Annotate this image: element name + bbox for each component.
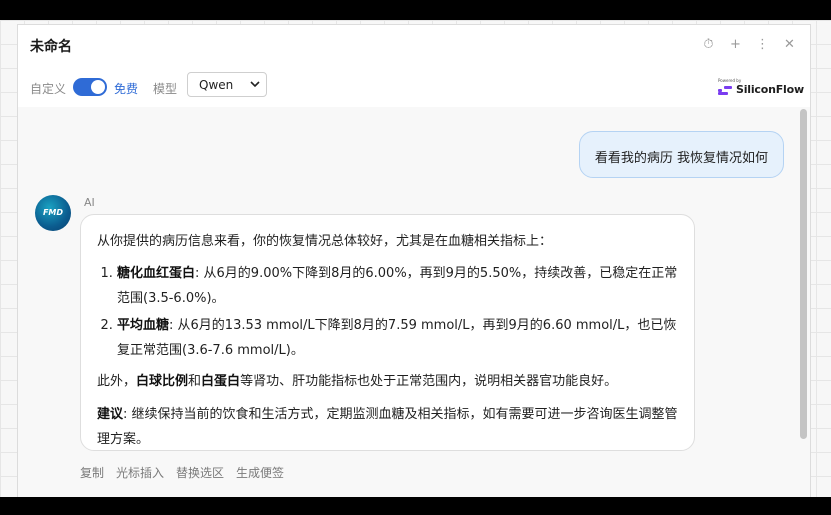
ai-avatar: FMD: [35, 195, 71, 231]
ai-extra: 此外，白球比例和白蛋白等肾功、肝功能指标也处于正常范围内，说明相关器官功能良好。: [97, 369, 678, 394]
copy-button[interactable]: 复制: [80, 464, 104, 481]
extra-suffix: 等肾功、肝功能指标也处于正常范围内，说明相关器官功能良好。: [240, 374, 618, 389]
custom-label: 自定义: [30, 82, 67, 96]
close-icon[interactable]: ✕: [783, 37, 796, 53]
advice-text: : 继续保持当前的饮食和生活方式，定期监测血糖及相关指标，如有需要可进一步咨询医…: [97, 407, 678, 447]
toggle-knob: [91, 80, 105, 94]
extra-prefix: 此外，: [97, 374, 137, 389]
ai-intro: 从你提供的病历信息来看，你的恢复情况总体较好，尤其是在血糖相关指标上：: [97, 234, 553, 249]
plus-icon[interactable]: +: [729, 37, 742, 53]
ai-label: AI: [84, 196, 95, 209]
list-item-text: : 从6月的9.00%下降到8月的6.00%，再到9月的5.50%，持续改善，已…: [117, 266, 678, 306]
ai-advice: 建议: 继续保持当前的饮食和生活方式，定期监测血糖及相关指标，如有需要可进一步咨…: [97, 402, 678, 452]
chat-panel: 未命名 ⏱ + ⋮ ✕ 自定义 免费 模型 Qwen Powered by Si…: [17, 24, 811, 497]
ai-list: 糖化血红蛋白: 从6月的9.00%下降到8月的6.00%，再到9月的5.50%，…: [97, 261, 678, 363]
logo-name: SiliconFlow: [736, 83, 804, 96]
timer-icon[interactable]: ⏱: [702, 37, 715, 53]
custom-toggle[interactable]: [73, 78, 107, 96]
scrollbar[interactable]: [800, 109, 807, 439]
replace-selection-button[interactable]: 替换选区: [176, 464, 224, 481]
advice-title: 建议: [97, 407, 124, 422]
siliconflow-mark-icon: [718, 86, 732, 95]
list-item-title: 平均血糖: [117, 318, 170, 333]
free-label[interactable]: 免费: [114, 80, 138, 97]
message-actions: 复制 光标插入 替换选区 生成便签: [80, 464, 284, 481]
insert-at-cursor-button[interactable]: 光标插入: [116, 464, 164, 481]
title-bar: 未命名 ⏱ + ⋮ ✕: [18, 25, 810, 67]
model-label: 模型: [153, 82, 178, 96]
model-select-value: Qwen: [199, 78, 234, 92]
siliconflow-logo: Powered by SiliconFlow: [716, 78, 804, 98]
toolbar: 自定义 免费 模型 Qwen: [18, 71, 810, 105]
more-vertical-icon[interactable]: ⋮: [756, 37, 769, 53]
user-message-bubble: 看看我的病历 我恢复情况如何: [578, 131, 784, 178]
list-item: 糖化血红蛋白: 从6月的9.00%下降到8月的6.00%，再到9月的5.50%，…: [117, 261, 678, 311]
chevron-down-icon: [250, 77, 260, 94]
ai-message-bubble: 从你提供的病历信息来看，你的恢复情况总体较好，尤其是在血糖相关指标上： 糖化血红…: [80, 214, 695, 451]
create-note-button[interactable]: 生成便签: [236, 464, 284, 481]
extra-mid: 和: [188, 374, 202, 389]
chat-content: 看看我的病历 我恢复情况如何 FMD AI 从你提供的病历信息来看，你的恢复情况…: [18, 107, 810, 497]
model-select[interactable]: Qwen: [187, 72, 267, 97]
list-item: 平均血糖: 从6月的13.53 mmol/L下降到8月的7.59 mmol/L，…: [117, 313, 678, 363]
window-controls: ⏱ + ⋮ ✕: [702, 37, 796, 53]
window-title: 未命名: [30, 39, 72, 55]
list-item-text: : 从6月的13.53 mmol/L下降到8月的7.59 mmol/L，再到9月…: [117, 318, 677, 358]
extra-bold-1: 白球比例: [136, 374, 189, 389]
extra-bold-2: 白蛋白: [201, 374, 241, 389]
list-item-title: 糖化血红蛋白: [117, 266, 196, 281]
